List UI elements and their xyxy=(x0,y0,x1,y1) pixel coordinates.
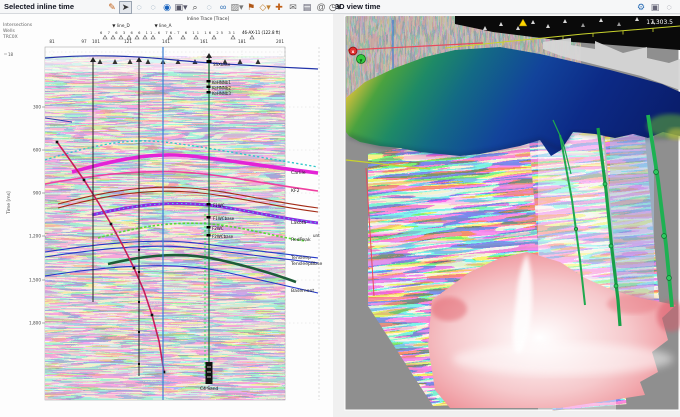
svg-text:F1WC: F1WC xyxy=(213,203,225,208)
svg-text:Basement: Basement xyxy=(291,288,314,294)
svg-text:121: 121 xyxy=(124,39,132,44)
svg-text:97: 97 xyxy=(81,39,87,44)
line-d-marker[interactable]: ▼ line_D xyxy=(112,23,129,28)
svg-text:F2WC: F2WC xyxy=(212,226,224,231)
annotate-icon[interactable]: ✎ xyxy=(105,1,119,14)
right-toolbar: ⚙ ▣ ◌ xyxy=(634,0,676,14)
svg-text:201: 201 xyxy=(276,39,284,44)
three-d-view-canvas[interactable]: 17,303.5 x y xyxy=(333,14,680,417)
lasso-select-icon[interactable]: ◌ xyxy=(146,1,160,14)
svg-text:Tensleep: Tensleep xyxy=(290,255,311,261)
svg-text:KeHNNb1: KeHNNb1 xyxy=(212,80,231,85)
sidebar-label-wells: Wells xyxy=(3,28,15,34)
link-views-icon[interactable]: ∞ xyxy=(216,1,230,14)
corner-tick-label: 18 xyxy=(8,52,14,57)
svg-text:F2WCbase: F2WCbase xyxy=(212,234,234,239)
selected-well-label: 46-AX-11 (122.8 ft) xyxy=(242,30,281,35)
settings-gear-icon[interactable]: ⚙ xyxy=(634,1,648,14)
well-log-bar xyxy=(205,362,213,384)
svg-text:300: 300 xyxy=(33,105,41,110)
left-toolbar: ✎ ➤ ◌ ◌ ◉ ▣▾ ⌕ ◌ ∞ ▨▾ ⚑ ◇▾ ✚ ✉ ▤ @ ◷▾ xyxy=(105,0,342,14)
svg-text:Carlile: Carlile xyxy=(291,170,306,176)
svg-text:unt: unt xyxy=(313,233,320,238)
trace-axis-title: Inline Trace [Trace] xyxy=(187,16,230,22)
svg-text:RedPeak: RedPeak xyxy=(291,237,311,243)
svg-text:101: 101 xyxy=(92,39,100,44)
svg-text:x: x xyxy=(352,50,355,55)
application-window: Selected inline time ✎ ➤ ◌ ◌ ◉ ▣▾ ⌕ ◌ ∞ … xyxy=(0,0,680,417)
time-axis-title: Time [ms] xyxy=(6,191,12,215)
search-icon[interactable]: ⌕ xyxy=(188,1,202,14)
flag-icon[interactable]: ⚑ xyxy=(244,1,258,14)
select-pointer-icon[interactable]: ➤ xyxy=(119,0,132,14)
svg-text:KeHNNb2: KeHNNb2 xyxy=(212,86,231,91)
line-a-marker[interactable]: ▼ line_A xyxy=(154,23,171,28)
lasso-icon[interactable]: ◌ xyxy=(662,1,676,14)
svg-text:KeHNNb3: KeHNNb3 xyxy=(212,91,231,96)
image-export-icon[interactable]: ▤ xyxy=(300,1,314,14)
svg-text:1,200: 1,200 xyxy=(29,234,41,239)
comment-icon[interactable]: ✉ xyxy=(286,1,300,14)
seismic-image[interactable] xyxy=(45,56,285,400)
seed-pick-icon[interactable]: ✚ xyxy=(272,1,286,14)
window-layout-icon[interactable]: ▣ xyxy=(648,1,662,14)
svg-text:600: 600 xyxy=(33,148,41,153)
svg-text:81: 81 xyxy=(49,39,55,44)
svg-text:F1WCbase: F1WCbase xyxy=(213,216,235,221)
svg-text:C4 Sand: C4 Sand xyxy=(200,386,219,392)
svg-text:900: 900 xyxy=(33,191,41,196)
svg-text:1,800: 1,800 xyxy=(29,321,41,326)
svg-text:TensleepBbse: TensleepBbse xyxy=(290,261,322,267)
svg-text:141: 141 xyxy=(162,39,170,44)
inline-section-canvas[interactable]: Intersections Wells TRC0X 18 Inline Trac… xyxy=(0,14,337,417)
svg-text:y: y xyxy=(360,59,363,64)
polygon-icon[interactable]: ◇▾ xyxy=(258,1,272,14)
svg-text:1,500: 1,500 xyxy=(29,278,41,283)
sidebar-label-trc0x: TRC0X xyxy=(2,34,18,40)
sidebar-label-intersections: Intersections xyxy=(3,22,33,28)
svg-text:181: 181 xyxy=(238,39,246,44)
svg-text:SSXbase: SSXbase xyxy=(213,62,231,67)
depth-readout: 17,303.5 xyxy=(646,19,673,26)
lasso-icon[interactable]: ◌ xyxy=(132,1,146,14)
svg-text:KF2: KF2 xyxy=(291,188,300,194)
target-icon[interactable]: ◉ xyxy=(160,1,174,14)
mention-icon[interactable]: @ xyxy=(314,1,328,14)
svg-text:161: 161 xyxy=(200,39,208,44)
left-panel-title: Selected inline time xyxy=(4,2,75,11)
fence-display-icon[interactable]: ▨▾ xyxy=(230,1,244,14)
svg-text:Lakota: Lakota xyxy=(291,220,306,226)
fence-section-right[interactable] xyxy=(604,126,661,314)
freehand-icon[interactable]: ◌ xyxy=(202,1,216,14)
panel-header-strip: Selected inline time ✎ ➤ ◌ ◌ ◉ ▣▾ ⌕ ◌ ∞ … xyxy=(0,0,680,14)
right-panel-title: 3D view time xyxy=(335,2,381,11)
window-layout-icon[interactable]: ▣▾ xyxy=(174,1,188,14)
